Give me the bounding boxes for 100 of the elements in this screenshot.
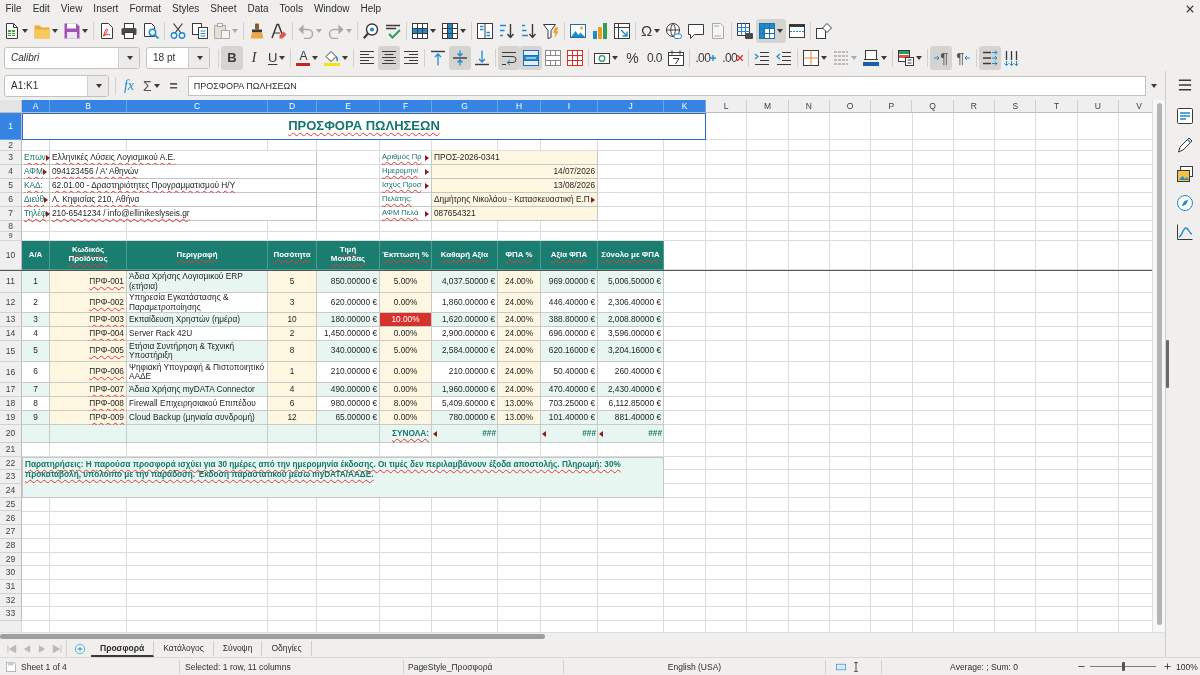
row-header[interactable]: 15 [0, 341, 22, 362]
column-header[interactable]: U [1077, 100, 1119, 113]
row-header[interactable]: 3 [0, 151, 22, 165]
column-header[interactable]: E [317, 100, 380, 113]
name-box[interactable]: A1:K1 [4, 74, 109, 97]
formula-button[interactable]: = [162, 73, 185, 98]
column-header[interactable]: Q [912, 100, 954, 113]
row-header[interactable]: 24 [0, 484, 22, 498]
percent-button[interactable]: % [621, 45, 644, 70]
vertical-scrollbar[interactable] [1152, 100, 1165, 632]
column-header[interactable]: V [1118, 100, 1152, 113]
column-header[interactable]: I [541, 100, 598, 113]
column-header[interactable]: K [664, 100, 706, 113]
font-name-field[interactable]: Calibri [4, 46, 140, 69]
menu-item[interactable]: Help [355, 0, 387, 17]
menu-item[interactable]: Tools [274, 0, 309, 17]
row-header[interactable]: 6 [0, 193, 22, 207]
row-header[interactable]: 20 [0, 425, 22, 443]
column-header[interactable]: F [380, 100, 432, 113]
wrap-button[interactable] [498, 45, 521, 70]
column-header[interactable]: L [706, 100, 748, 113]
menu-item[interactable]: Window [308, 0, 355, 17]
zoom-slider-thumb[interactable] [1121, 662, 1125, 671]
column-header[interactable]: P [871, 100, 913, 113]
row-header[interactable]: 4 [0, 165, 22, 179]
menu-item[interactable]: Edit [27, 0, 56, 17]
column-header[interactable]: D [268, 100, 317, 113]
row-header[interactable]: 26 [0, 511, 22, 526]
zoom-out-button[interactable] [1078, 663, 1085, 670]
row-header[interactable]: 5 [0, 179, 22, 193]
menu-item[interactable]: Data [241, 0, 275, 17]
row-header[interactable]: 19 [0, 411, 22, 425]
freeze-button[interactable] [756, 18, 787, 43]
column-header[interactable]: G [432, 100, 498, 113]
column-header[interactable]: A [22, 100, 50, 113]
column-header[interactable]: N [788, 100, 830, 113]
menu-item[interactable]: View [55, 0, 88, 17]
row-header[interactable]: 2 [0, 140, 22, 151]
horizontal-scrollbar[interactable] [0, 632, 1165, 640]
sheet-tab[interactable]: Οδηγίες [262, 640, 312, 657]
align-center-button[interactable] [378, 45, 401, 70]
sheet-tab[interactable]: Προσφορά [91, 640, 155, 657]
row-header[interactable]: 10 [0, 241, 22, 270]
table-cell: 10 [268, 313, 317, 327]
rtl-button[interactable]: ¶ [952, 45, 975, 70]
row-header[interactable]: 11 [0, 271, 22, 293]
font-size-field[interactable]: 18 pt [146, 46, 210, 69]
dropdown-button[interactable] [87, 75, 108, 96]
column-header[interactable]: M [747, 100, 789, 113]
font-color-button[interactable]: A [293, 45, 322, 70]
row-header[interactable]: 30 [0, 566, 22, 580]
sheet-tab[interactable]: Σύνοψη [213, 640, 263, 657]
row-header[interactable]: 23 [0, 470, 22, 485]
dropdown-button[interactable] [118, 47, 139, 68]
row-header[interactable]: 17 [0, 383, 22, 397]
column-header[interactable]: S [995, 100, 1037, 113]
row-header[interactable]: 13 [0, 313, 22, 327]
scrollbar-thumb[interactable] [0, 634, 545, 639]
column-header[interactable]: O [829, 100, 872, 113]
column-header[interactable]: T [1036, 100, 1078, 113]
row-header[interactable]: 1 [0, 113, 22, 140]
menu-item[interactable]: Sheet [204, 0, 242, 17]
row-header[interactable]: 7 [0, 207, 22, 221]
row-header[interactable]: 18 [0, 397, 22, 411]
row-header[interactable]: 14 [0, 327, 22, 341]
dropdown-button[interactable] [188, 47, 209, 68]
column-header[interactable]: R [953, 100, 996, 113]
row-header[interactable]: 21 [0, 443, 22, 457]
sum-button[interactable]: Σ [140, 73, 163, 98]
number-button[interactable]: 0.0 [643, 45, 666, 70]
zoom-in-button[interactable] [1164, 663, 1171, 670]
merge-center-button[interactable] [520, 45, 543, 70]
menu-item[interactable]: Format [123, 0, 167, 17]
add-decimal-button[interactable]: .00 [692, 45, 720, 70]
sheet-tab[interactable]: Κατάλογος [154, 640, 214, 657]
row-header[interactable]: 16 [0, 362, 22, 383]
row-header[interactable]: 12 [0, 293, 22, 313]
formula-input[interactable]: ΠΡΟΣΦΟΡΑ ΠΩΛΗΣΕΩΝ [187, 75, 1146, 96]
column-header[interactable]: J [598, 100, 664, 113]
bold-button[interactable]: B [221, 45, 243, 70]
underline-button[interactable]: U [265, 45, 289, 70]
delete-decimal-button[interactable]: .00 [719, 45, 747, 70]
menu-item[interactable]: File [0, 0, 28, 17]
column-header[interactable]: C [127, 100, 268, 113]
special-character-button[interactable]: Ω [638, 18, 664, 43]
menu-item[interactable]: Styles [166, 0, 205, 17]
column-header[interactable]: H [498, 100, 541, 113]
menu-item[interactable]: Insert [87, 0, 124, 17]
row-header[interactable]: 8 [0, 221, 22, 232]
text-ltr-button[interactable] [979, 45, 1002, 70]
close-button[interactable] [1186, 4, 1194, 13]
scrollbar-thumb[interactable] [1156, 103, 1162, 625]
italic-button[interactable]: I [243, 45, 265, 70]
table-cell: ΠΡΦ-004 [50, 327, 127, 341]
row-header[interactable]: 33 [0, 607, 22, 621]
align-middle-button[interactable] [449, 45, 472, 70]
column-header[interactable]: B [50, 100, 127, 113]
ltr-button[interactable]: ¶ [930, 45, 953, 70]
row-header[interactable]: 27 [0, 525, 22, 539]
sidebar-handle[interactable] [1166, 340, 1169, 388]
